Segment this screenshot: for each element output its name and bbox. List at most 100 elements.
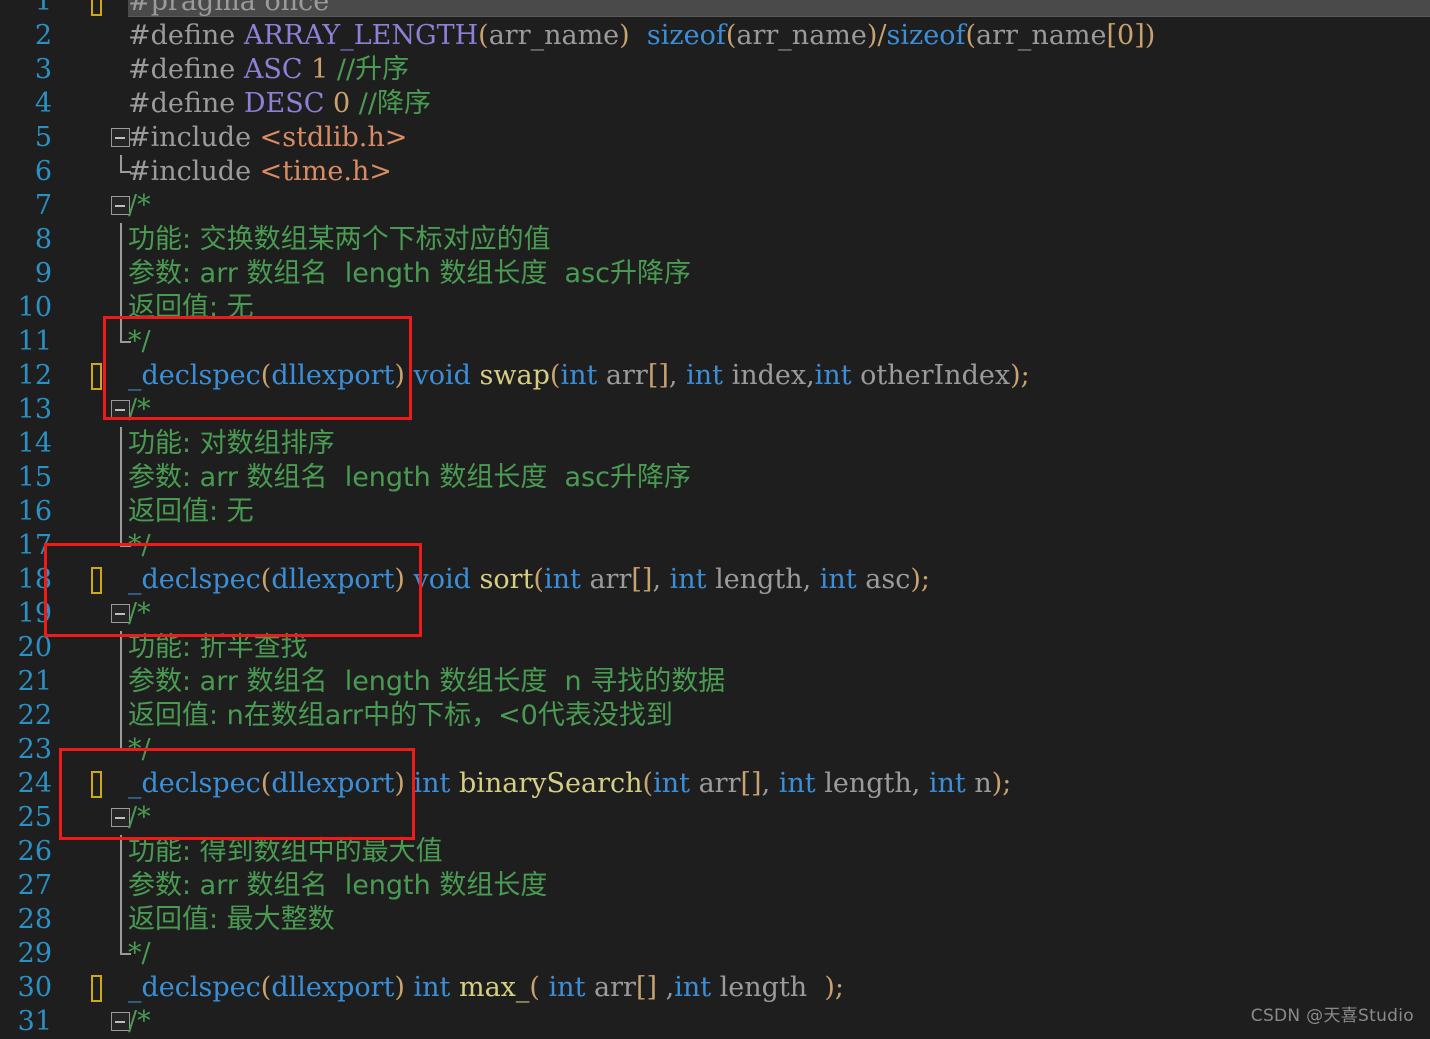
fold-guide-line bbox=[120, 325, 131, 343]
token: swap bbox=[479, 360, 550, 391]
code-line[interactable]: 16 返回值: 无 bbox=[0, 495, 1430, 529]
token: arr_name bbox=[736, 20, 867, 51]
code-line[interactable]: 13 /* bbox=[0, 393, 1430, 427]
token: #define bbox=[128, 20, 244, 51]
code-text[interactable]: /* bbox=[128, 189, 151, 223]
code-line[interactable]: 14 功能: 对数组排序 bbox=[0, 427, 1430, 461]
code-text[interactable]: _declspec(dllexport) int max_( int arr[]… bbox=[128, 971, 844, 1005]
token: ]) bbox=[1134, 20, 1156, 51]
code-line[interactable]: 19 /* bbox=[0, 597, 1430, 631]
code-text[interactable]: */ bbox=[128, 529, 151, 563]
token: 返回值: 无 bbox=[128, 292, 254, 323]
line-number: 29 bbox=[17, 938, 52, 969]
token: ); bbox=[910, 564, 930, 595]
code-text[interactable]: #pragma once bbox=[128, 0, 329, 19]
code-text[interactable]: 参数: arr 数组名 length 数组长度 asc升降序 bbox=[128, 461, 691, 495]
code-text[interactable]: 返回值: n在数组arr中的下标，<0代表没找到 bbox=[128, 699, 673, 733]
code-line[interactable]: 29 */ bbox=[0, 937, 1430, 971]
code-line[interactable]: 11 */ bbox=[0, 325, 1430, 359]
code-line[interactable]: 25 /* bbox=[0, 801, 1430, 835]
token: n bbox=[974, 768, 992, 799]
code-line[interactable]: 4 #define DESC 0 //降序 bbox=[0, 87, 1430, 121]
code-line[interactable]: 1 #pragma once bbox=[0, 0, 1430, 19]
token: #include bbox=[128, 156, 260, 187]
token: ) bbox=[394, 768, 405, 799]
code-line[interactable]: 21 参数: arr 数组名 length 数组长度 n 寻找的数据 bbox=[0, 665, 1430, 699]
line-number: 14 bbox=[17, 428, 52, 459]
token: sizeof bbox=[646, 20, 726, 51]
code-text[interactable]: _declspec(dllexport) void swap(int arr[]… bbox=[128, 359, 1030, 393]
code-line[interactable]: 12 _declspec(dllexport) void swap(int arr… bbox=[0, 359, 1430, 393]
line-number: 11 bbox=[17, 326, 52, 357]
token: binarySearch bbox=[458, 768, 643, 799]
code-text[interactable]: /* bbox=[128, 801, 151, 835]
token: length bbox=[824, 768, 912, 799]
code-line[interactable]: 7 /* bbox=[0, 189, 1430, 223]
code-text[interactable]: 功能: 对数组排序 bbox=[128, 427, 335, 461]
code-line[interactable]: 24 _declspec(dllexport) int binarySearch(… bbox=[0, 767, 1430, 801]
code-text[interactable]: */ bbox=[128, 325, 151, 359]
code-line[interactable]: 26 功能: 得到数组中的最大值 bbox=[0, 835, 1430, 869]
code-line[interactable]: 17 */ bbox=[0, 529, 1430, 563]
code-line[interactable]: 2 #define ARRAY_LENGTH(arr_name) sizeof(a… bbox=[0, 19, 1430, 53]
code-text[interactable]: */ bbox=[128, 733, 151, 767]
code-text[interactable]: #include <time.h> bbox=[128, 155, 392, 189]
code-text[interactable]: /* bbox=[128, 597, 151, 631]
code-text[interactable]: #define ARRAY_LENGTH(arr_name) sizeof(ar… bbox=[128, 19, 1155, 53]
code-line[interactable]: 23 */ bbox=[0, 733, 1430, 767]
code-line[interactable]: 27 参数: arr 数组名 length 数组长度 bbox=[0, 869, 1430, 903]
line-number: 27 bbox=[17, 870, 52, 901]
token: */ bbox=[128, 326, 151, 357]
code-line[interactable]: 9 参数: arr 数组名 length 数组长度 asc升降序 bbox=[0, 257, 1430, 291]
code-line[interactable]: 20 功能: 折半查找 bbox=[0, 631, 1430, 665]
line-number: 17 bbox=[17, 530, 52, 561]
code-line[interactable]: 18 _declspec(dllexport) void sort(int arr… bbox=[0, 563, 1430, 597]
line-number: 15 bbox=[17, 462, 52, 493]
code-text[interactable]: 返回值: 无 bbox=[128, 291, 254, 325]
code-text[interactable]: 功能: 得到数组中的最大值 bbox=[128, 835, 443, 869]
code-line[interactable]: 3 #define ASC 1 //升序 bbox=[0, 53, 1430, 87]
code-text[interactable]: 返回值: 无 bbox=[128, 495, 254, 529]
code-line[interactable]: 8 功能: 交换数组某两个下标对应的值 bbox=[0, 223, 1430, 257]
token: int bbox=[548, 972, 586, 1003]
code-line[interactable]: 15 参数: arr 数组名 length 数组长度 asc升降序 bbox=[0, 461, 1430, 495]
token: length bbox=[715, 564, 803, 595]
code-text[interactable]: 参数: arr 数组名 length 数组长度 asc升降序 bbox=[128, 257, 691, 291]
code-text[interactable]: 参数: arr 数组名 length 数组长度 bbox=[128, 869, 547, 903]
code-line[interactable]: 10 返回值: 无 bbox=[0, 291, 1430, 325]
fold-guide-line bbox=[120, 733, 131, 751]
code-line[interactable]: 30 _declspec(dllexport) int max_( int arr… bbox=[0, 971, 1430, 1005]
code-text[interactable]: 功能: 折半查找 bbox=[128, 631, 308, 665]
token: int bbox=[413, 768, 451, 799]
code-text[interactable]: 参数: arr 数组名 length 数组长度 n 寻找的数据 bbox=[128, 665, 725, 699]
code-line[interactable]: 5 #include <stdlib.h> bbox=[0, 121, 1430, 155]
code-text[interactable]: #define DESC 0 //降序 bbox=[128, 87, 431, 121]
code-line[interactable]: 6 #include <time.h> bbox=[0, 155, 1430, 189]
code-text[interactable]: _declspec(dllexport) int binarySearch(in… bbox=[128, 767, 1011, 801]
code-line[interactable]: 22 返回值: n在数组arr中的下标，<0代表没找到 bbox=[0, 699, 1430, 733]
token: /* bbox=[128, 802, 151, 833]
code-editor[interactable]: 1 #pragma once 2 #define ARRAY_LENGTH(arr_n… bbox=[0, 0, 1430, 1037]
token: #include bbox=[128, 122, 260, 153]
code-text[interactable]: #include <stdlib.h> bbox=[128, 121, 407, 155]
token: arr bbox=[594, 972, 636, 1003]
token: ARRAY_LENGTH bbox=[243, 20, 479, 51]
token: _declspec bbox=[128, 768, 261, 799]
token: ( bbox=[549, 360, 561, 391]
code-text[interactable]: #define ASC 1 //升序 bbox=[128, 53, 409, 87]
token: dllexport bbox=[271, 768, 395, 799]
code-text[interactable]: _declspec(dllexport) void sort(int arr[]… bbox=[128, 563, 930, 597]
code-text[interactable]: */ bbox=[128, 937, 151, 971]
token: ) bbox=[394, 360, 405, 391]
token: */ bbox=[128, 938, 151, 969]
code-line[interactable]: 28 返回值: 最大整数 bbox=[0, 903, 1430, 937]
code-text[interactable]: /* bbox=[128, 393, 151, 427]
code-text[interactable]: 功能: 交换数组某两个下标对应的值 bbox=[128, 223, 551, 257]
token: )/ bbox=[866, 20, 887, 51]
code-text[interactable]: 返回值: 最大整数 bbox=[128, 903, 335, 937]
